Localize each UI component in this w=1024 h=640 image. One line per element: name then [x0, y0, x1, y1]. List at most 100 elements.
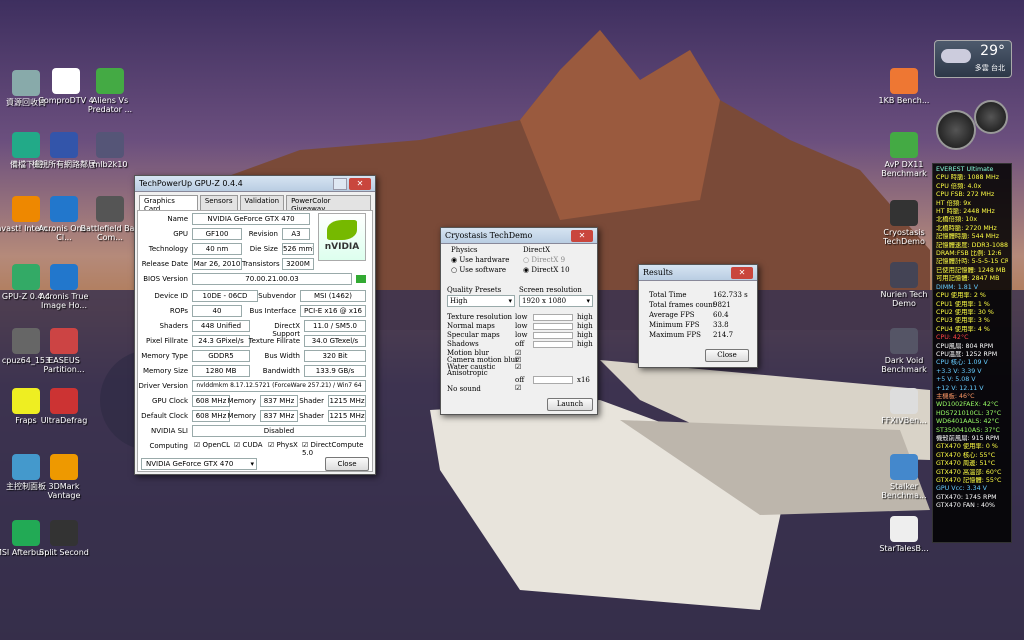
option-high-label: high — [577, 340, 593, 348]
memory-size-field[interactable]: 1280 MB — [192, 365, 250, 377]
right-desktop-icon[interactable]: StarTalesB... — [872, 516, 936, 553]
app-icon — [52, 68, 80, 94]
sensor-reading: GTX470 高溫部: 60°C — [936, 468, 1002, 476]
gpu-field[interactable]: GF100 — [192, 228, 242, 240]
everest-sidebar-gadget[interactable]: EVEREST Ultimate CPU 時脈: 1088 MHz CPU 倍頻: … — [932, 163, 1012, 543]
quality-presets-label: Quality Presets — [447, 286, 502, 294]
directx10-radio[interactable]: ◉ DirectX 10 — [523, 266, 570, 274]
texture-fillrate-field[interactable]: 34.0 GTexel/s — [304, 335, 366, 347]
cryostasis-window[interactable]: Cryostasis TechDemo ✕ Physics ◉ Use hard… — [440, 227, 598, 415]
driver-version-field[interactable]: nvlddmkm 8.17.12.5721 (ForceWare 257.21)… — [192, 380, 366, 392]
gpuz-titlebar[interactable]: TechPowerUp GPU-Z 0.4.4 ✕ — [135, 176, 375, 192]
subvendor-field[interactable]: MSI (1462) — [300, 290, 366, 302]
release-date-field[interactable]: Mar 26, 2010 — [192, 258, 242, 270]
left-desktop-icon[interactable]: Split Second — [32, 520, 96, 557]
default-shader-field[interactable]: 1215 MHz — [328, 410, 366, 422]
desktop-icon-label: Battlefield Bad Com... — [80, 224, 140, 242]
left-desktop-icon[interactable]: mlb2k10 — [78, 132, 142, 169]
physx-checkbox[interactable]: ☑ PhysX — [268, 441, 298, 449]
weather-gadget[interactable]: 29° 多雲 台北 — [934, 40, 1012, 78]
shader-clock-field[interactable]: 1215 MHz — [328, 395, 366, 407]
opencl-checkbox[interactable]: ☑ OpenCL — [194, 441, 230, 449]
right-desktop-icon[interactable]: Stalker Benchma... — [872, 454, 936, 500]
no-sound-checkbox[interactable]: ☑ — [515, 384, 521, 392]
directx-label: DirectX — [523, 246, 551, 254]
option-slider[interactable] — [533, 314, 573, 321]
option-slider[interactable] — [533, 323, 573, 330]
transistors-field[interactable]: 3200M — [282, 258, 314, 270]
memory-type-label: Memory Type — [141, 352, 188, 360]
right-desktop-icon[interactable]: Dark Void Benchmark — [872, 328, 936, 374]
release-date-label: Release Date — [141, 260, 188, 268]
close-icon[interactable]: ✕ — [571, 229, 593, 242]
bus-interface-field[interactable]: PCI-E x16 @ x16 — [300, 305, 366, 317]
left-desktop-icon[interactable]: UltraDefrag — [32, 388, 96, 425]
right-desktop-icon[interactable]: AvP DX11 Benchmark — [872, 132, 936, 178]
desktop-icon-label: Split Second — [39, 548, 89, 557]
use-software-radio[interactable]: ○ Use software — [451, 266, 506, 274]
screen-resolution-select[interactable]: 1920 x 1080 ▾ — [519, 295, 593, 307]
anisotropic-slider[interactable] — [533, 376, 573, 384]
bios-version-field[interactable]: 70.00.21.00.03 — [192, 273, 352, 285]
bus-width-field[interactable]: 320 Bit — [304, 350, 366, 362]
app-icon — [50, 328, 78, 354]
die-size-field[interactable]: 526 mm² — [282, 243, 314, 255]
driver-version-label: Driver Version — [138, 382, 188, 390]
app-icon — [96, 132, 124, 158]
default-clock-field[interactable]: 608 MHz — [192, 410, 230, 422]
gpuz-window[interactable]: TechPowerUp GPU-Z 0.4.4 ✕ Graphics Card … — [134, 175, 376, 475]
check-option-checkbox[interactable]: ☑ — [515, 363, 521, 371]
sensor-reading: +12 V: 12.11 V — [936, 384, 984, 392]
minimize-button[interactable] — [333, 177, 347, 190]
close-icon[interactable]: ✕ — [349, 177, 371, 190]
option-slider[interactable] — [533, 332, 573, 339]
option-slider[interactable] — [533, 341, 573, 348]
quality-presets-select[interactable]: High ▾ — [447, 295, 515, 307]
sensor-reading: WD6401AALS: 42°C — [936, 418, 1000, 426]
gpu-select[interactable]: NVIDIA GeForce GTX 470 ▾ — [141, 458, 257, 470]
technology-field[interactable]: 40 nm — [192, 243, 242, 255]
name-field[interactable]: NVIDIA GeForce GTX 470 — [192, 213, 310, 225]
pixel-fillrate-field[interactable]: 24.3 GPixel/s — [192, 335, 250, 347]
directx9-radio[interactable]: ○ DirectX 9 — [523, 256, 565, 264]
cryo-titlebar[interactable]: Cryostasis TechDemo ✕ — [441, 228, 597, 244]
sensor-reading: GTX470 周邊: 51°C — [936, 460, 996, 468]
bandwidth-field[interactable]: 133.9 GB/s — [304, 365, 366, 377]
chevron-down-icon: ▾ — [586, 297, 590, 305]
nvidia-sli-field[interactable]: Disabled — [192, 425, 366, 437]
left-desktop-icon[interactable]: EASEUS Partition... — [32, 328, 96, 374]
results-close-button[interactable]: Close — [705, 349, 749, 362]
gpu-clock-field[interactable]: 608 MHz — [192, 395, 230, 407]
right-desktop-icon[interactable]: 1KB Bench... — [872, 68, 936, 105]
use-hardware-radio[interactable]: ◉ Use hardware — [451, 256, 509, 264]
directx-support-field[interactable]: 11.0 / SM5.0 — [304, 320, 366, 332]
cuda-checkbox[interactable]: ☑ CUDA — [234, 441, 263, 449]
left-desktop-icon[interactable]: Battlefield Bad Com... — [78, 196, 142, 242]
device-id-field[interactable]: 10DE - 06CD — [192, 290, 258, 302]
results-titlebar[interactable]: Results ✕ — [639, 265, 757, 281]
right-desktop-icon[interactable]: Cryostasis TechDemo — [872, 200, 936, 246]
chip-icon[interactable] — [356, 275, 366, 283]
directcompute-checkbox[interactable]: ☑ DirectCompute 5.0 — [302, 441, 372, 457]
gpuz-close-button[interactable]: Close — [325, 457, 369, 471]
close-icon[interactable]: ✕ — [731, 266, 753, 279]
revision-field[interactable]: A3 — [282, 228, 310, 240]
results-window[interactable]: Results ✕ Total Time 162.733 s Total frame… — [638, 264, 758, 368]
left-desktop-icon[interactable]: Aliens Vs Predator ... — [78, 68, 142, 114]
left-desktop-icon[interactable]: Acronis True Image Ho... — [32, 264, 96, 310]
left-desktop-icon[interactable]: 3DMark Vantage — [32, 454, 96, 500]
right-desktop-icon[interactable]: FFXIVBen... — [872, 388, 936, 425]
rops-field[interactable]: 40 — [192, 305, 242, 317]
shaders-field[interactable]: 448 Unified — [192, 320, 250, 332]
default-memory-field[interactable]: 837 MHz — [260, 410, 298, 422]
sensor-reading: 主機板: 46°C — [936, 392, 975, 400]
cpu-meter-gadget[interactable] — [936, 100, 1010, 156]
app-icon — [50, 454, 78, 480]
sensor-reading: HDS721010CL: 37°C — [936, 409, 1002, 417]
memory-clock-field[interactable]: 837 MHz — [260, 395, 298, 407]
right-desktop-icon[interactable]: Nurien Tech Demo — [872, 262, 936, 308]
desktop-icon-label: 1KB Bench... — [878, 96, 930, 105]
launch-button[interactable]: Launch — [547, 398, 593, 411]
memory-type-field[interactable]: GDDR5 — [192, 350, 250, 362]
physx-label: PhysX — [276, 441, 298, 449]
